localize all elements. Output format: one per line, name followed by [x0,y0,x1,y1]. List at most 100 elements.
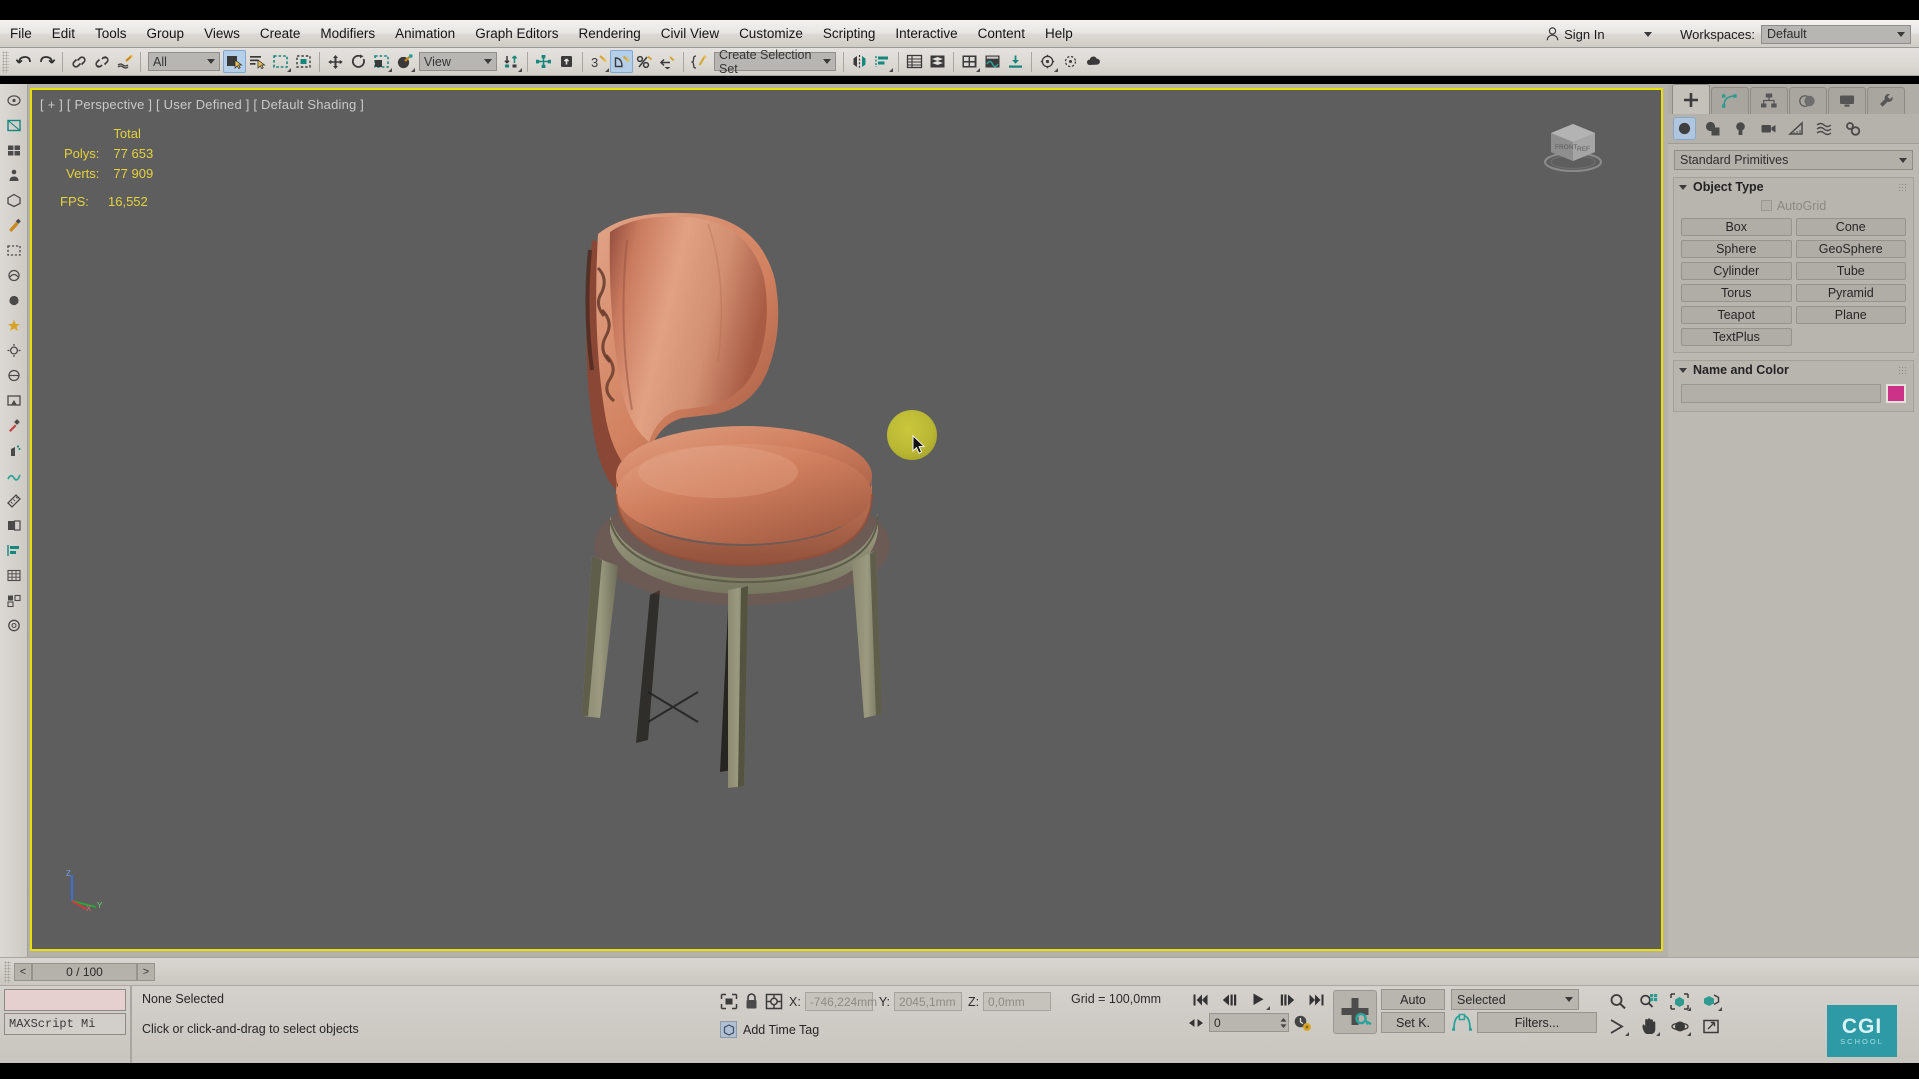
reference-coordinate-system-select[interactable]: View [419,52,497,71]
menu-item-animation[interactable]: Animation [385,22,465,46]
maximize-viewport-button[interactable] [1698,1015,1723,1037]
ribbon-toggle-button[interactable] [2,88,26,112]
time-configuration-button[interactable] [1293,1014,1312,1032]
menu-item-file[interactable]: File [0,22,42,46]
select-by-name-button[interactable] [246,50,269,73]
undo-button[interactable] [12,50,35,73]
align-tool-button[interactable] [2,538,26,562]
menu-item-content[interactable]: Content [968,22,1035,46]
object-color-swatch[interactable] [1886,384,1906,403]
angle-snap-toggle-button[interactable] [610,50,633,73]
eyedropper-button[interactable] [2,413,26,437]
frame-stepper-arrows-icon[interactable] [1187,1017,1205,1029]
previous-frame-button[interactable] [1216,989,1242,1010]
display-tab[interactable] [1828,87,1866,114]
y-coordinate-field[interactable]: Y: 2045,1mm [879,992,962,1011]
object-type-rollout-header[interactable]: Object Type [1674,178,1913,196]
absolute-relative-transform-toggle-button[interactable] [765,993,783,1010]
array-button[interactable] [2,588,26,612]
autogrid-row[interactable]: AutoGrid [1674,196,1913,215]
toolbar-grip[interactable] [2,51,9,73]
material-editor-button[interactable] [958,50,981,73]
use-center-button[interactable] [500,50,523,73]
select-and-manipulate-button[interactable] [532,50,555,73]
cylinder-button[interactable]: Cylinder [1681,262,1792,280]
z-coordinate-field[interactable]: Z: 0,0mm [968,992,1051,1011]
y-coordinate-value[interactable]: 2045,1mm [894,992,962,1011]
add-time-tag-button[interactable]: Add Time Tag [720,1021,1161,1038]
menu-item-group[interactable]: Group [137,22,195,46]
auto-key-button[interactable]: Auto [1381,989,1445,1010]
play-animation-button[interactable] [1245,989,1271,1010]
snaps-toggle-button[interactable]: 3 [587,50,610,73]
create-shape-button[interactable] [2,113,26,137]
next-frame-button[interactable] [1274,989,1300,1010]
teapot-button[interactable]: Teapot [1681,306,1792,324]
unlink-selection-button[interactable] [90,50,113,73]
x-coordinate-field[interactable]: X: -746,224mm [789,992,873,1011]
snapshot-button[interactable] [2,313,26,337]
key-selection-select[interactable]: Selected [1451,989,1579,1010]
menu-item-tools[interactable]: Tools [85,22,137,46]
edit-named-selection-sets-button[interactable] [688,50,711,73]
material-explorer-button[interactable] [2,363,26,387]
torus-button[interactable]: Torus [1681,284,1792,302]
edit-poly-button[interactable] [2,138,26,162]
orbit-button[interactable] [1667,1015,1692,1037]
render-production-button[interactable] [1036,50,1059,73]
time-slider-track[interactable] [155,963,1913,981]
set-key-big-button[interactable] [1333,990,1377,1034]
paint-deform-button[interactable] [2,213,26,237]
textplus-button[interactable]: TextPlus [1681,328,1792,346]
render-in-cloud-button[interactable] [1082,50,1105,73]
freeform-button[interactable] [2,263,26,287]
modeling-toolkit-button[interactable] [2,188,26,212]
object-name-input[interactable] [1681,384,1881,403]
named-selection-sets-select[interactable]: Create Selection Set [714,52,836,71]
select-and-scale-button[interactable] [370,50,393,73]
compare-button[interactable] [2,513,26,537]
lock-icon[interactable] [744,993,759,1010]
perspective-viewport[interactable]: [ + ] [ Perspective ] [ User Defined ] [… [30,88,1663,951]
rendered-frame-window-button[interactable] [1004,50,1027,73]
sign-in-button[interactable]: Sign In [1538,22,1666,46]
extrude-button[interactable] [2,613,26,637]
select-and-link-button[interactable] [67,50,90,73]
viewport-label[interactable]: [ + ] [ Perspective ] [ User Defined ] [… [40,97,364,112]
systems-subtab[interactable] [1841,117,1864,140]
menu-item-scripting[interactable]: Scripting [813,22,886,46]
space-warps-subtab[interactable] [1813,117,1836,140]
workspaces-select[interactable]: Default [1761,25,1911,44]
align-button[interactable] [871,50,894,73]
object-category-select[interactable]: Standard Primitives [1674,150,1913,170]
rectangular-selection-region-button[interactable] [269,50,292,73]
geometry-subtab[interactable] [1673,117,1696,140]
select-and-place-button[interactable] [393,50,416,73]
field-of-view-button[interactable] [1605,1015,1630,1037]
menu-item-graph-editors[interactable]: Graph Editors [465,22,568,46]
select-and-move-button[interactable] [324,50,347,73]
zoom-button[interactable] [1605,990,1630,1012]
pan-view-button[interactable] [1636,1015,1661,1037]
current-frame-input[interactable]: 0 [1209,1013,1289,1032]
next-frame-arrow[interactable]: > [137,963,155,981]
zoom-region-button[interactable] [1698,990,1723,1012]
object-paint-button[interactable] [2,288,26,312]
measure-button[interactable] [2,488,26,512]
menu-item-create[interactable]: Create [250,22,311,46]
maxscript-mini-label[interactable]: MAXScript Mi [4,1013,126,1035]
key-filters-button[interactable]: Filters... [1477,1012,1597,1033]
sign-in-chevron-down-icon[interactable] [1644,32,1652,37]
time-slider-grip[interactable] [4,961,11,983]
modify-tab[interactable] [1711,87,1749,114]
render-iterative-button[interactable] [1059,50,1082,73]
create-tab[interactable] [1672,84,1710,114]
autogrid-checkbox[interactable] [1761,200,1772,211]
box-button[interactable]: Box [1681,218,1792,236]
window-crossing-toggle-button[interactable] [292,50,315,73]
layer-explorer-button[interactable] [903,50,926,73]
scene-explorer-button[interactable] [926,50,949,73]
selection-filter-select[interactable]: All [148,52,220,71]
mirror-button[interactable] [848,50,871,73]
cone-button[interactable]: Cone [1796,218,1907,236]
